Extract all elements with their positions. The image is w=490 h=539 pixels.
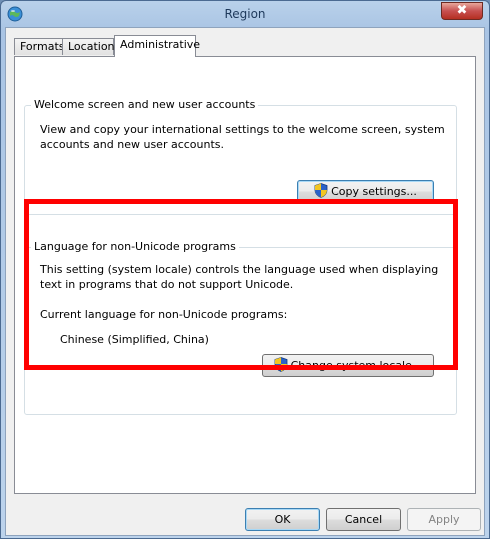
ok-label: OK	[274, 513, 291, 526]
window-title: Region	[224, 7, 266, 21]
copy-settings-label: Copy settings...	[331, 185, 417, 198]
title-bar[interactable]: Region ✖	[1, 1, 489, 27]
highlight-box	[24, 199, 458, 370]
apply-button[interactable]: Apply	[407, 508, 481, 531]
close-button[interactable]: ✖	[441, 2, 483, 20]
tab-formats[interactable]: Formats	[14, 38, 65, 55]
tab-administrative[interactable]: Administrative	[114, 35, 200, 57]
welcome-description-line1: View and copy your international setting…	[40, 123, 445, 136]
apply-label: Apply	[428, 513, 460, 526]
tab-formats-label: Formats	[20, 40, 65, 53]
close-icon: ✖	[456, 3, 468, 18]
tab-location-label: Location	[68, 40, 115, 53]
tab-location[interactable]: Location	[62, 38, 115, 55]
welcome-description-line2: accounts and new user accounts.	[40, 138, 225, 151]
uac-shield-icon	[314, 183, 328, 198]
ok-button[interactable]: OK	[245, 508, 320, 531]
cancel-button[interactable]: Cancel	[326, 508, 401, 531]
region-window: Region ✖ Formats Location Administrative…	[0, 0, 490, 539]
welcome-group-title: Welcome screen and new user accounts	[31, 98, 259, 112]
tab-administrative-label: Administrative	[120, 38, 201, 51]
cancel-label: Cancel	[344, 513, 383, 526]
